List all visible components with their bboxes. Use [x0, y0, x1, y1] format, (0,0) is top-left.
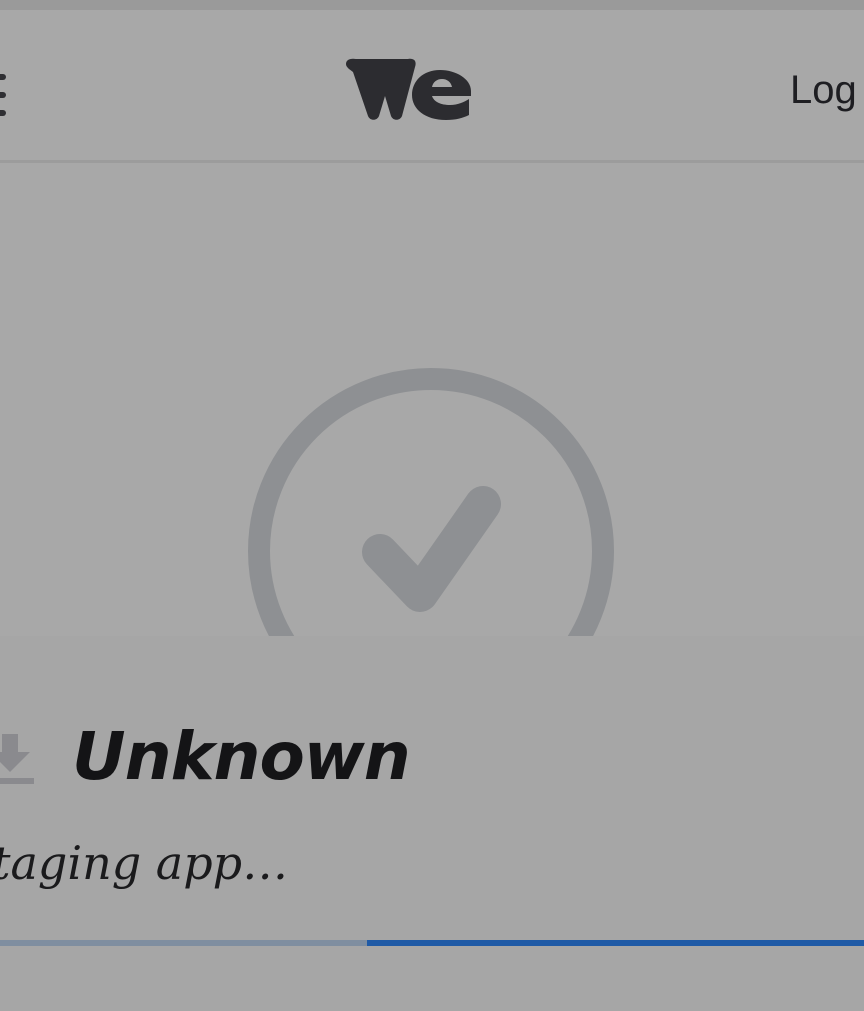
status-text: taging app… [0, 836, 289, 890]
status-strip [0, 0, 864, 10]
download-icon [0, 734, 34, 784]
download-sheet: Unknown taging app… [0, 636, 864, 1011]
progress-bar-fill [0, 940, 368, 946]
progress-bar [0, 940, 864, 946]
we-logo-icon[interactable] [344, 58, 474, 120]
success-check-icon [248, 368, 614, 638]
file-name: Unknown [72, 718, 411, 795]
hamburger-menu-icon[interactable] [0, 74, 6, 116]
app-header: Log [0, 10, 864, 163]
login-button[interactable]: Log [790, 68, 857, 118]
